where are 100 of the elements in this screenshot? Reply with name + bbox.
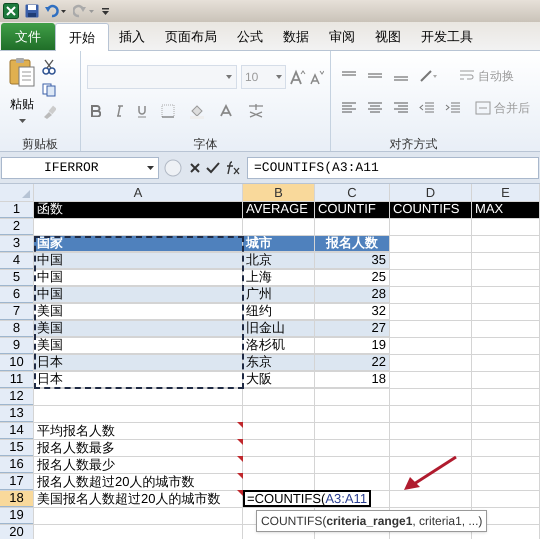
row-header[interactable]: 6 <box>0 286 34 303</box>
row-header[interactable]: 4 <box>0 252 34 269</box>
header-cell: COUNTIFS <box>390 201 472 218</box>
row-header[interactable]: 1 <box>0 201 34 218</box>
table-cell: 中国 <box>34 286 243 303</box>
font-name-field[interactable] <box>87 65 237 89</box>
increase-indent-icon[interactable] <box>445 102 461 114</box>
align-right-icon[interactable] <box>393 102 409 114</box>
dropdown-arrow-icon[interactable] <box>147 166 154 170</box>
table-cell: 32 <box>315 303 390 320</box>
row-header[interactable]: 3 <box>0 235 34 252</box>
paste-icon[interactable] <box>8 57 36 87</box>
checkmark-icon[interactable] <box>206 162 220 174</box>
table-cell: 27 <box>315 320 390 337</box>
column-header[interactable]: E <box>472 184 540 202</box>
name-box[interactable]: IFERROR <box>1 156 159 178</box>
table-cell: 中国 <box>34 252 243 269</box>
table-cell: 美国 <box>34 303 243 320</box>
header-cell: AVERAGE <box>243 201 315 218</box>
cell-editor[interactable]: =COUNTIFS(A3:A11 <box>243 490 372 507</box>
merge-cells-icon <box>475 101 491 115</box>
table-cell: 22 <box>315 354 390 371</box>
row-header[interactable]: 18 <box>0 490 34 507</box>
table-cell: 美国 <box>34 337 243 354</box>
italic-icon[interactable] <box>115 105 123 117</box>
function-tooltip: COUNTIFS(criteria_range1, criteria1, ...) <box>256 510 488 532</box>
circle-handle-icon[interactable] <box>163 158 183 178</box>
decrease-indent-icon[interactable] <box>419 102 435 114</box>
row-header[interactable]: 5 <box>0 269 34 286</box>
group-title: 剪贴板 <box>21 136 59 151</box>
font-size-value: 10 <box>245 69 258 86</box>
font-color-icon[interactable] <box>219 104 233 118</box>
align-center-icon[interactable] <box>367 102 383 114</box>
ribbon-tab[interactable]: 审阅 <box>319 23 365 50</box>
group-title: 字体 <box>192 136 218 151</box>
row-header[interactable]: 20 <box>0 524 34 539</box>
label-text: 报名人数最少 <box>37 456 115 474</box>
undo-icon[interactable] <box>45 4 67 18</box>
table-cell: 纽约 <box>243 303 315 320</box>
dropdown-arrow-icon[interactable] <box>18 119 26 123</box>
function-icon[interactable] <box>225 160 241 174</box>
table-cell: 中国 <box>34 269 243 286</box>
row-header[interactable]: 7 <box>0 303 34 320</box>
header-cell: COUNTIF <box>315 201 390 218</box>
formula-field[interactable]: =COUNTIFS(A3:A11 <box>247 156 539 178</box>
file-tab[interactable]: 文件 <box>1 23 55 50</box>
table-cell: 美国 <box>34 320 243 337</box>
table-header-cell: 报名人数 <box>315 235 390 252</box>
save-icon[interactable] <box>25 4 39 18</box>
ribbon-tab[interactable]: 页面布局 <box>155 23 227 50</box>
row-header[interactable]: 17 <box>0 473 34 490</box>
row-header[interactable]: 14 <box>0 422 34 439</box>
group-title: 对齐方式 <box>388 136 438 151</box>
ribbon-tab[interactable]: 公式 <box>227 23 273 50</box>
row-header[interactable]: 15 <box>0 439 34 456</box>
table-header-cell: 城市 <box>243 235 315 252</box>
label-text: 平均报名人数 <box>37 422 115 440</box>
row-header[interactable]: 2 <box>0 218 34 235</box>
paste-button[interactable]: 粘贴 <box>10 95 34 113</box>
table-cell: 25 <box>315 269 390 286</box>
bold-icon[interactable] <box>91 105 101 117</box>
orientation-icon[interactable] <box>419 69 439 83</box>
column-header[interactable]: C <box>315 184 390 202</box>
copy-icon[interactable] <box>42 83 58 97</box>
column-header[interactable]: D <box>390 184 472 202</box>
row-header[interactable]: 13 <box>0 405 34 422</box>
shrink-font-icon[interactable] <box>310 69 324 85</box>
spreadsheet-app-icon[interactable] <box>3 3 19 19</box>
header-cell: 函数 <box>34 201 243 218</box>
underline-icon[interactable] <box>137 104 147 118</box>
table-cell: 35 <box>315 252 390 269</box>
table-cell: 广州 <box>243 286 315 303</box>
label-text: 美国报名人数超过20人的城市数 <box>37 490 220 508</box>
customize-toolbar-icon[interactable] <box>101 5 110 17</box>
table-cell: 大阪 <box>243 371 315 388</box>
row-header[interactable]: 11 <box>0 371 34 388</box>
ribbon-tab[interactable]: 视图 <box>365 23 411 50</box>
ribbon-tab[interactable]: 开始 <box>55 23 109 51</box>
column-header[interactable]: B <box>243 184 315 202</box>
row-header[interactable]: 16 <box>0 456 34 473</box>
ribbon-tab[interactable]: 开发工具 <box>411 23 483 50</box>
row-header[interactable]: 19 <box>0 507 34 524</box>
table-cell: 洛杉矶 <box>243 337 315 354</box>
close-icon[interactable] <box>189 162 201 174</box>
row-header[interactable]: 10 <box>0 354 34 371</box>
ribbon-tab[interactable]: 插入 <box>109 23 155 50</box>
row-header[interactable]: 12 <box>0 388 34 405</box>
ribbon-tab[interactable]: 数据 <box>273 23 319 50</box>
label-text: 报名人数超过20人的城市数 <box>37 472 194 491</box>
scissors-icon[interactable] <box>42 59 56 75</box>
table-cell: 19 <box>315 337 390 354</box>
column-header[interactable]: A <box>34 184 243 202</box>
table-cell: 东京 <box>243 354 315 371</box>
align-left-icon[interactable] <box>341 102 357 114</box>
table-cell: 28 <box>315 286 390 303</box>
grow-font-icon[interactable] <box>290 69 306 85</box>
border-icon[interactable] <box>161 104 175 118</box>
fill-color-icon[interactable] <box>189 103 205 119</box>
row-header[interactable]: 8 <box>0 320 34 337</box>
row-header[interactable]: 9 <box>0 337 34 354</box>
